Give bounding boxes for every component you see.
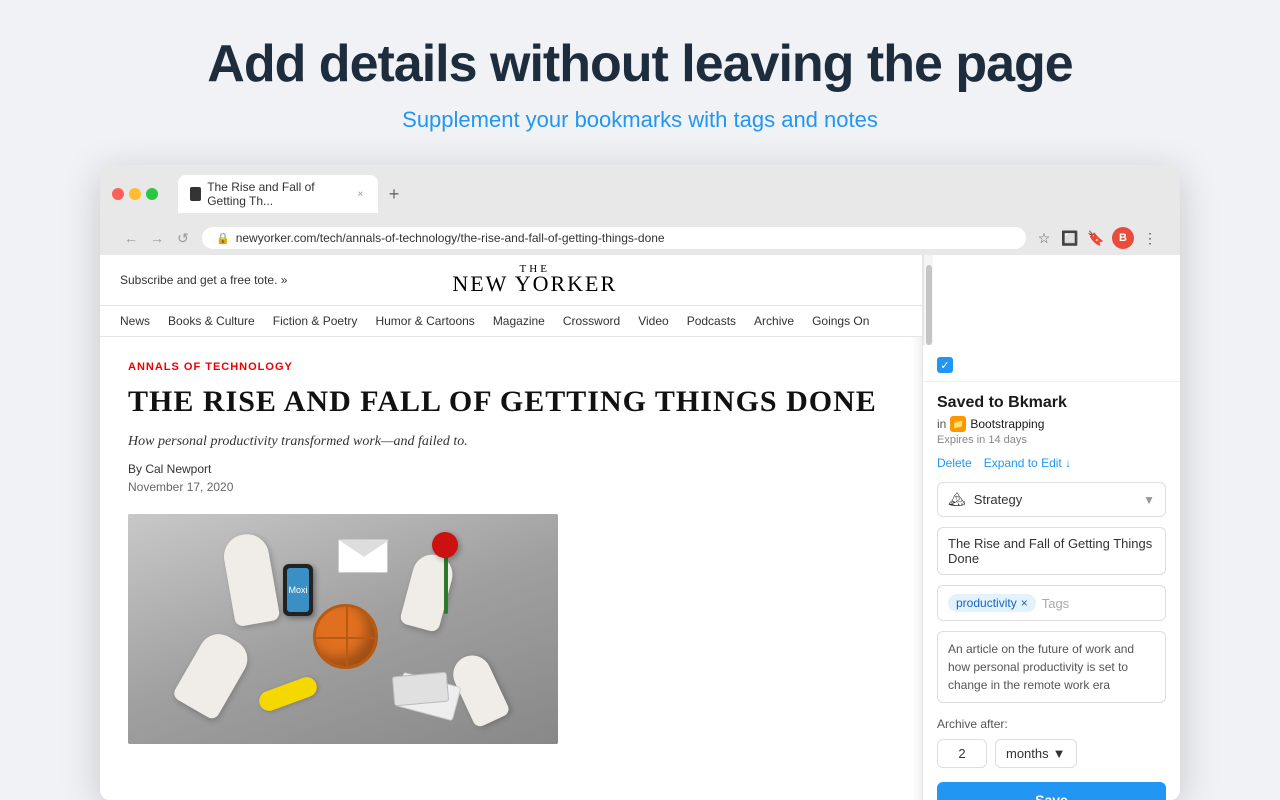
browser-top-bar: The Rise and Fall of Getting Th... × +	[112, 175, 1168, 213]
browser-tab-active[interactable]: The Rise and Fall of Getting Th... ×	[178, 175, 378, 213]
minimize-button[interactable]	[129, 188, 141, 200]
refresh-button[interactable]: ↺	[172, 227, 194, 249]
nav-item-crossword[interactable]: Crossword	[563, 314, 620, 328]
nav-item-fiction[interactable]: Fiction & Poetry	[273, 314, 358, 328]
archive-unit-value: months	[1006, 746, 1049, 761]
dropdown-arrow-icon: ▼	[1143, 493, 1155, 507]
collection-icon: 📁	[950, 416, 966, 432]
title-field-value: The Rise and Fall of Getting Things Done	[948, 536, 1152, 566]
browser-window: The Rise and Fall of Getting Th... × + ←…	[100, 165, 1180, 800]
expand-link[interactable]: Expand to Edit ↓	[984, 456, 1071, 470]
category-dropdown[interactable]: 🏔 Strategy ▼	[937, 482, 1166, 517]
bkmark-extension-icon[interactable]: 🔖	[1086, 228, 1106, 248]
article-date: November 17, 2020	[128, 480, 894, 494]
new-yorker-logo: THE NEW YORKER	[452, 263, 617, 297]
category-icon: 🏔	[948, 491, 966, 508]
notes-field[interactable]: An article on the future of work and how…	[937, 631, 1166, 703]
nav-item-humor[interactable]: Humor & Cartoons	[375, 314, 474, 328]
delete-link[interactable]: Delete	[937, 456, 972, 470]
article-category: ANNALS OF TECHNOLOGY	[128, 361, 894, 373]
saved-in-label: in	[937, 417, 946, 431]
tab-bar: The Rise and Fall of Getting Th... × +	[178, 175, 1168, 213]
tab-title: The Rise and Fall of Getting Th...	[207, 180, 349, 208]
subscribe-text[interactable]: Subscribe and get a free tote. »	[120, 273, 287, 287]
close-button[interactable]	[112, 188, 124, 200]
new-tab-button[interactable]: +	[382, 182, 406, 206]
address-field[interactable]: 🔒 newyorker.com/tech/annals-of-technolog…	[202, 227, 1026, 249]
archive-label: Archive after:	[937, 717, 1166, 731]
save-button[interactable]: Save	[937, 782, 1166, 800]
popup-panel: ✓ Saved to Bkmark in 📁 Bootstrapping Exp…	[922, 255, 1180, 800]
popup-checkbox[interactable]: ✓	[937, 357, 953, 373]
tags-field[interactable]: productivity × Tags	[937, 585, 1166, 621]
traffic-lights	[112, 188, 158, 200]
saved-title: Saved to Bkmark	[937, 394, 1166, 412]
tag-remove-button[interactable]: ×	[1021, 597, 1028, 609]
article-title: THE RISE AND FALL OF GETTING THINGS DONE	[128, 385, 894, 420]
notes-value: An article on the future of work and how…	[948, 642, 1134, 692]
nav-item-books[interactable]: Books & Culture	[168, 314, 255, 328]
address-lock-icon: 🔒	[216, 232, 230, 245]
expires-text: Expires in 14 days	[937, 434, 1166, 446]
tab-close-button[interactable]: ×	[355, 187, 366, 201]
address-url: newyorker.com/tech/annals-of-technology/…	[236, 231, 665, 245]
action-row: Delete Expand to Edit ↓	[937, 456, 1166, 470]
archive-number-field[interactable]: 2	[937, 739, 987, 768]
collection-name: Bootstrapping	[970, 417, 1044, 431]
page-content: Subscribe and get a free tote. » THE NEW…	[100, 255, 1180, 800]
tags-placeholder: Tags	[1042, 596, 1069, 611]
saved-in-row: in 📁 Bootstrapping	[937, 416, 1166, 432]
title-field[interactable]: The Rise and Fall of Getting Things Done	[937, 527, 1166, 575]
article-top-bar: Subscribe and get a free tote. » THE NEW…	[100, 255, 922, 306]
maximize-button[interactable]	[146, 188, 158, 200]
nav-item-magazine[interactable]: Magazine	[493, 314, 545, 328]
tag-label: productivity	[956, 596, 1017, 610]
page-wrapper: Add details without leaving the page Sup…	[0, 0, 1280, 800]
tab-favicon	[190, 187, 201, 201]
back-button[interactable]: ←	[120, 227, 142, 249]
archive-select-arrow-icon: ▼	[1053, 746, 1066, 761]
nav-item-goingson[interactable]: Goings On	[812, 314, 869, 328]
menu-icon[interactable]: ⋮	[1140, 228, 1160, 248]
nav-buttons: ← → ↺	[120, 227, 194, 249]
toolbar-icons: ☆ 🔲 🔖 B ⋮	[1034, 227, 1160, 249]
popup-inner: ✓ Saved to Bkmark in 📁 Bootstrapping Exp…	[923, 345, 1180, 800]
archive-unit-select[interactable]: months ▼	[995, 739, 1077, 768]
article-nav: News Books & Culture Fiction & Poetry Hu…	[100, 306, 922, 337]
scrollbar-thumb[interactable]	[926, 265, 932, 345]
page-subheadline: Supplement your bookmarks with tags and …	[402, 107, 878, 133]
popup-header: ✓	[923, 345, 1180, 382]
article-body: ANNALS OF TECHNOLOGY THE RISE AND FALL O…	[100, 337, 922, 768]
popup-scrollbar[interactable]	[923, 255, 933, 345]
user-avatar[interactable]: B	[1112, 227, 1134, 249]
nav-item-podcasts[interactable]: Podcasts	[687, 314, 736, 328]
article-area: Subscribe and get a free tote. » THE NEW…	[100, 255, 922, 800]
nav-item-news[interactable]: News	[120, 314, 150, 328]
nav-item-archive[interactable]: Archive	[754, 314, 794, 328]
article-image: Moxi	[128, 514, 558, 744]
extension-icon[interactable]: 🔲	[1060, 228, 1080, 248]
forward-button[interactable]: →	[146, 227, 168, 249]
category-value: Strategy	[974, 492, 1022, 507]
article-byline: By Cal Newport	[128, 462, 894, 476]
archive-row: 2 months ▼	[937, 739, 1166, 768]
browser-chrome: The Rise and Fall of Getting Th... × + ←…	[100, 165, 1180, 255]
popup-body: Saved to Bkmark in 📁 Bootstrapping Expir…	[923, 382, 1180, 800]
page-headline: Add details without leaving the page	[207, 36, 1072, 93]
article-subtitle: How personal productivity transformed wo…	[128, 434, 894, 450]
logo-name: NEW YORKER	[452, 271, 617, 296]
tag-badge-productivity: productivity ×	[948, 594, 1036, 612]
address-bar-row: ← → ↺ 🔒 newyorker.com/tech/annals-of-tec…	[112, 221, 1168, 255]
star-icon[interactable]: ☆	[1034, 228, 1054, 248]
nav-item-video[interactable]: Video	[638, 314, 668, 328]
